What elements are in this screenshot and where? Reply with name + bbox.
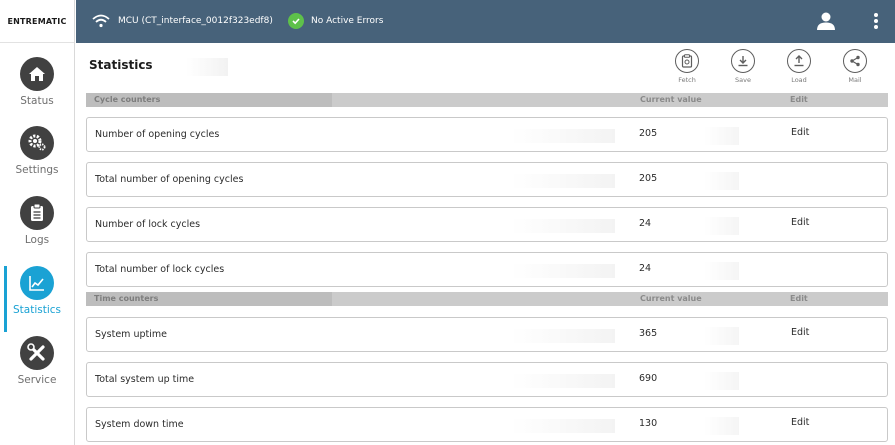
table-row: Number of opening cycles 205 Edit xyxy=(86,117,888,152)
row-name: Number of opening cycles xyxy=(95,129,615,143)
table-row: Total system up time 690 xyxy=(86,362,888,397)
column-header-edit: Edit xyxy=(790,95,808,104)
fetch-label: Fetch xyxy=(678,76,696,84)
upload-icon xyxy=(787,49,811,73)
row-name: Total number of opening cycles xyxy=(95,174,615,188)
share-icon xyxy=(843,49,867,73)
page-title: Statistics xyxy=(88,58,228,76)
table-row: Number of lock cycles 24 Edit xyxy=(86,207,888,242)
row-name: System uptime xyxy=(95,329,615,343)
column-header-value: Current value xyxy=(640,95,702,104)
section-title: Time counters xyxy=(94,294,159,303)
table-row: System uptime 365 Edit xyxy=(86,317,888,352)
gears-icon xyxy=(20,126,54,160)
user-icon[interactable] xyxy=(816,11,836,35)
column-header-edit: Edit xyxy=(790,294,808,303)
edit-button[interactable]: Edit xyxy=(791,217,809,228)
row-value: 205 xyxy=(639,173,658,184)
wrench-screwdriver-icon xyxy=(20,336,54,370)
sidebar-item-settings[interactable]: Settings xyxy=(0,114,74,180)
brand-logo: ENTREMATIC xyxy=(0,0,74,43)
table-row: System down time 130 Edit xyxy=(86,407,888,442)
wifi-icon xyxy=(92,13,110,32)
clipboard-icon xyxy=(20,196,54,230)
app-window: ENTREMATIC Status Settings Logs Statisti… xyxy=(0,0,895,445)
row-value: 130 xyxy=(639,418,658,429)
time-counters-header: Time counters Current value Edit xyxy=(86,292,888,306)
mail-label: Mail xyxy=(848,76,862,84)
cycle-counters-header: Cycle counters Current value Edit xyxy=(86,93,888,107)
row-value: 205 xyxy=(639,128,658,139)
fetch-button[interactable]: Fetch xyxy=(667,49,707,91)
table-row: Total number of opening cycles 205 xyxy=(86,162,888,197)
save-label: Save xyxy=(735,76,751,84)
save-button[interactable]: Save xyxy=(723,49,763,91)
sidebar-item-label: Settings xyxy=(15,164,59,176)
mail-button[interactable]: Mail xyxy=(835,49,875,91)
error-status-label: No Active Errors xyxy=(311,16,384,26)
row-value: 24 xyxy=(639,218,652,229)
home-icon xyxy=(20,57,54,91)
row-value: 24 xyxy=(639,263,652,274)
sidebar-item-label: Service xyxy=(17,374,57,386)
top-bar: MCU (CT_interface_0012f323edf8) No Activ… xyxy=(76,0,895,43)
download-icon xyxy=(731,49,755,73)
load-label: Load xyxy=(791,76,807,84)
sidebar: ENTREMATIC Status Settings Logs Statisti… xyxy=(0,0,75,445)
load-button[interactable]: Load xyxy=(779,49,819,91)
edit-button[interactable]: Edit xyxy=(791,417,809,428)
row-value: 365 xyxy=(639,328,658,339)
row-name: Number of lock cycles xyxy=(95,219,615,233)
sidebar-item-label: Logs xyxy=(24,234,50,246)
check-icon xyxy=(288,13,304,29)
row-name: Total system up time xyxy=(95,374,615,388)
edit-button[interactable]: Edit xyxy=(791,327,809,338)
more-options-icon[interactable] xyxy=(873,12,879,34)
fetch-icon xyxy=(675,49,699,73)
row-name: System down time xyxy=(95,419,615,433)
sidebar-item-status[interactable]: Status xyxy=(0,45,74,111)
chart-icon xyxy=(20,266,54,300)
column-header-value: Current value xyxy=(640,294,702,303)
sidebar-item-label: Statistics xyxy=(13,304,61,316)
edit-button[interactable]: Edit xyxy=(791,127,809,138)
row-value: 690 xyxy=(639,373,658,384)
sidebar-item-logs[interactable]: Logs xyxy=(0,184,74,250)
row-name: Total number of lock cycles xyxy=(95,264,615,278)
section-title: Cycle counters xyxy=(94,95,161,104)
sidebar-item-service[interactable]: Service xyxy=(0,324,74,390)
sidebar-item-statistics[interactable]: Statistics xyxy=(0,254,74,320)
connection-label: MCU (CT_interface_0012f323edf8) xyxy=(118,16,273,26)
table-row: Total number of lock cycles 24 xyxy=(86,252,888,287)
sidebar-item-label: Status xyxy=(20,95,54,107)
